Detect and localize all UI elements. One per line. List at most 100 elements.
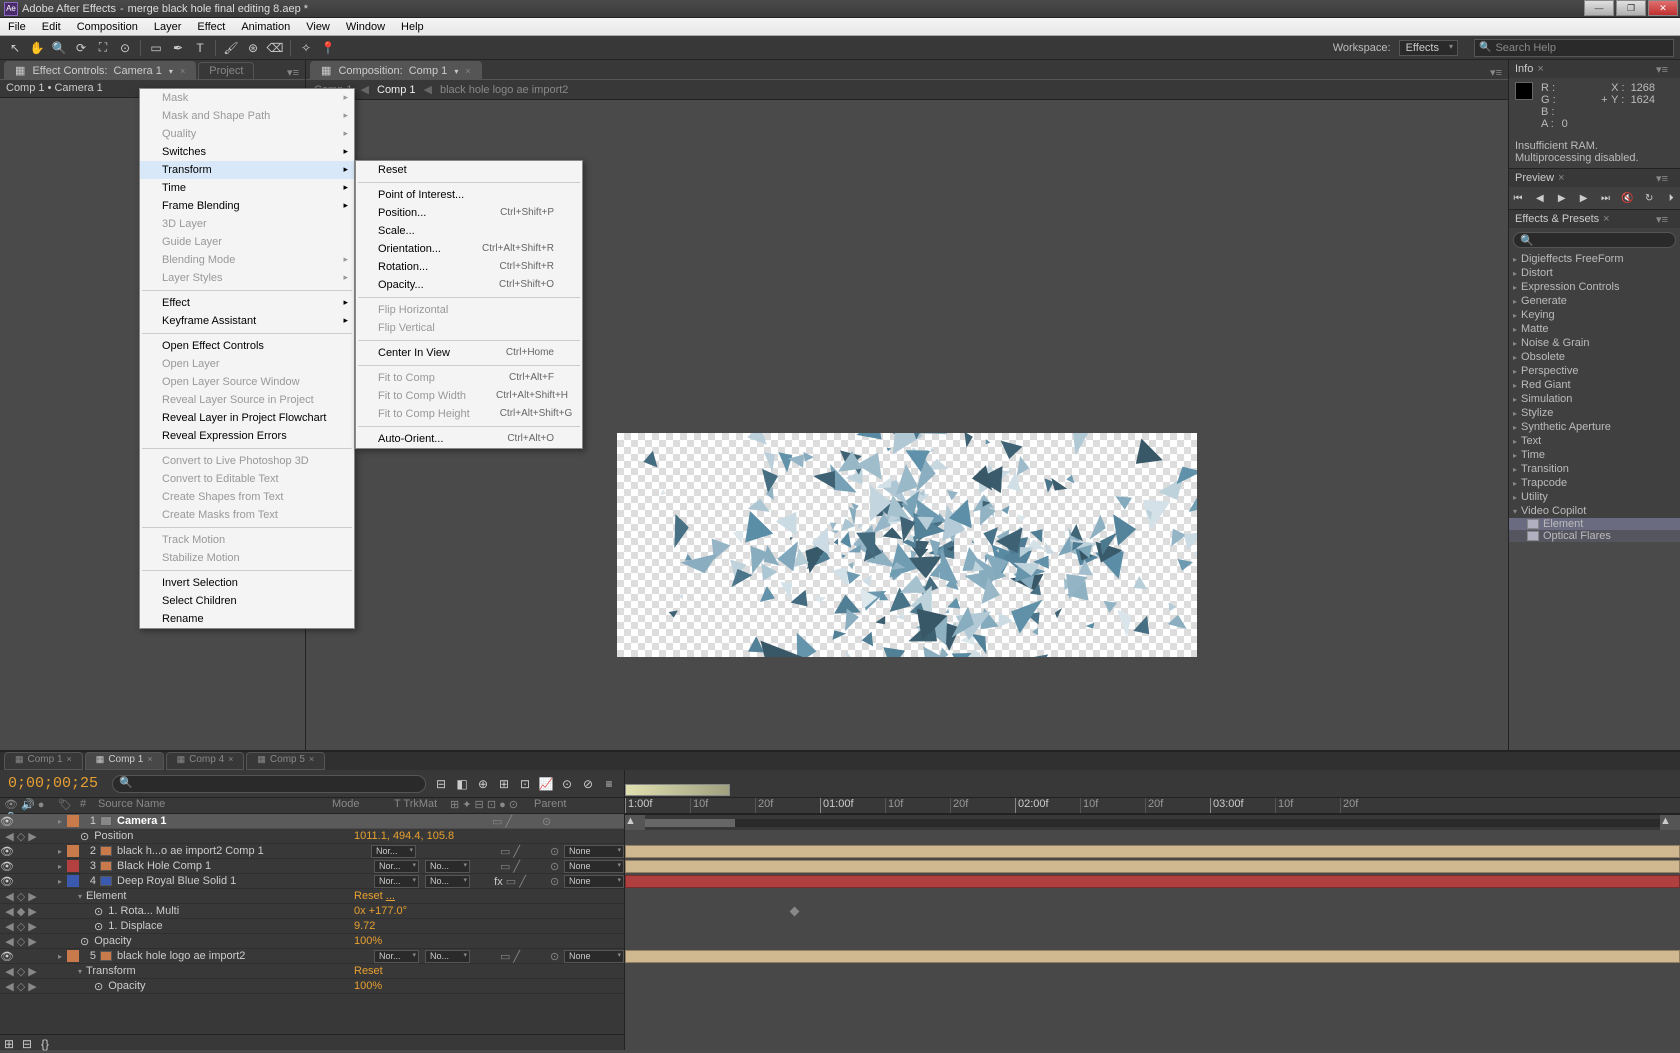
toggle-switches-icon[interactable]: ⊟	[18, 1035, 36, 1053]
window-close-button[interactable]: ✕	[1648, 0, 1678, 16]
effect-category[interactable]: Keying	[1509, 308, 1680, 322]
menu-item[interactable]: Reveal Expression Errors	[140, 427, 354, 445]
property-row[interactable]: ◀ ◇ ▶▾ElementReset ...	[0, 889, 624, 904]
menu-view[interactable]: View	[298, 18, 338, 35]
property-row[interactable]: ◀ ◇ ▶⊙Position1011.1, 494.4, 105.8	[0, 829, 624, 844]
layer-row[interactable]: 👁▸4Deep Royal Blue Solid 1Nor...No...fx …	[0, 874, 624, 889]
timeline-icon[interactable]: ⊞	[495, 775, 513, 793]
timeline-icon[interactable]: ⊡	[516, 775, 534, 793]
effect-category[interactable]: Perspective	[1509, 364, 1680, 378]
timeline-tab[interactable]: ▦Comp 4×	[166, 752, 245, 770]
timeline-timecode[interactable]: 0;00;00;25	[0, 771, 106, 796]
menu-item[interactable]: Scale...	[356, 222, 582, 240]
last-frame-icon[interactable]: ⏭	[1597, 191, 1615, 205]
timeline-tab[interactable]: ▦Comp 1×	[85, 752, 164, 770]
window-maximize-button[interactable]: ❐	[1616, 0, 1646, 16]
window-minimize-button[interactable]: —	[1584, 0, 1614, 16]
effect-category[interactable]: Utility	[1509, 490, 1680, 504]
timeline-tab[interactable]: ▦Comp 5×	[246, 752, 325, 770]
layer-row[interactable]: 👁▸5black hole logo ae import2Nor...No...…	[0, 949, 624, 964]
effects-preset-list[interactable]: Digieffects FreeFormDistortExpression Co…	[1509, 252, 1680, 542]
menu-item[interactable]: Reveal Layer in Project Flowchart	[140, 409, 354, 427]
text-tool-icon[interactable]: T	[191, 39, 209, 57]
menu-item[interactable]: Invert Selection	[140, 574, 354, 592]
menu-composition[interactable]: Composition	[69, 18, 146, 35]
effect-preset[interactable]: Optical Flares	[1509, 530, 1680, 542]
menu-help[interactable]: Help	[393, 18, 432, 35]
menu-item[interactable]: Select Children	[140, 592, 354, 610]
menu-item[interactable]: Effect	[140, 294, 354, 312]
menu-effect[interactable]: Effect	[189, 18, 233, 35]
effect-category[interactable]: Simulation	[1509, 392, 1680, 406]
effect-category[interactable]: Time	[1509, 448, 1680, 462]
menu-item[interactable]: Reset	[356, 161, 582, 179]
first-frame-icon[interactable]: ⏮	[1509, 191, 1527, 205]
timeline-icon[interactable]: ⊘	[579, 775, 597, 793]
property-row[interactable]: ◀ ◇ ▶⊙Opacity100%	[0, 934, 624, 949]
layer-row[interactable]: 👁▸2black h...o ae import2 Comp 1Nor... ▭…	[0, 844, 624, 859]
property-row[interactable]: ◀ ◇ ▶▾TransformReset	[0, 964, 624, 979]
panel-menu-icon[interactable]: ▾≡	[1656, 172, 1668, 185]
pan-behind-tool-icon[interactable]: ⊙	[116, 39, 134, 57]
effect-preset[interactable]: Element	[1509, 518, 1680, 530]
toggle-switches-icon[interactable]: {}	[36, 1035, 54, 1053]
menu-item[interactable]: Rename	[140, 610, 354, 628]
zoom-tool-icon[interactable]: 🔍	[50, 39, 68, 57]
next-frame-icon[interactable]: ▶	[1575, 191, 1593, 205]
timeline-icon[interactable]: ⊙	[558, 775, 576, 793]
clone-tool-icon[interactable]: ⊛	[244, 39, 262, 57]
rotate-tool-icon[interactable]: ⟳	[72, 39, 90, 57]
layer-context-menu[interactable]: MaskMask and Shape PathQualitySwitchesTr…	[139, 88, 355, 629]
property-row[interactable]: ◀ ◇ ▶⊙Opacity100%	[0, 979, 624, 994]
play-icon[interactable]: ▶	[1553, 191, 1571, 205]
panel-menu-icon[interactable]: ▾≡	[287, 66, 299, 79]
workspace-select[interactable]: Effects	[1399, 40, 1458, 56]
rect-tool-icon[interactable]: ▭	[147, 39, 165, 57]
menu-window[interactable]: Window	[338, 18, 393, 35]
effect-category[interactable]: Video Copilot	[1509, 504, 1680, 518]
timeline-icon[interactable]: ⊟	[432, 775, 450, 793]
zoom-out-icon[interactable]: ▲	[625, 815, 645, 830]
toggle-switches-icon[interactable]: ⊞	[0, 1035, 18, 1053]
menu-item[interactable]: Switches	[140, 143, 354, 161]
effect-category[interactable]: Generate	[1509, 294, 1680, 308]
menu-item[interactable]: Time	[140, 179, 354, 197]
property-row[interactable]: ◀ ◆ ▶⊙1. Rota... Multi0x +177.0°	[0, 904, 624, 919]
effect-category[interactable]: Expression Controls	[1509, 280, 1680, 294]
panel-menu-icon[interactable]: ▾≡	[1490, 66, 1502, 79]
menu-item[interactable]: Rotation...Ctrl+Shift+R	[356, 258, 582, 276]
menu-item[interactable]: Transform	[140, 161, 354, 179]
prev-frame-icon[interactable]: ◀	[1531, 191, 1549, 205]
brush-tool-icon[interactable]: 🖌	[222, 39, 240, 57]
menu-item[interactable]: Center In ViewCtrl+Home	[356, 344, 582, 362]
effect-category[interactable]: Distort	[1509, 266, 1680, 280]
work-area-bar[interactable]	[625, 784, 730, 796]
menu-item[interactable]: Position...Ctrl+Shift+P	[356, 204, 582, 222]
mute-icon[interactable]: 🔇	[1618, 191, 1636, 205]
eraser-tool-icon[interactable]: ⌫	[266, 39, 284, 57]
menu-item[interactable]: Opacity...Ctrl+Shift+O	[356, 276, 582, 294]
menu-animation[interactable]: Animation	[233, 18, 298, 35]
zoom-in-icon[interactable]: ▲	[1660, 815, 1680, 830]
effect-category[interactable]: Text	[1509, 434, 1680, 448]
menu-item[interactable]: Keyframe Assistant	[140, 312, 354, 330]
pen-tool-icon[interactable]: ✒	[169, 39, 187, 57]
effect-category[interactable]: Stylize	[1509, 406, 1680, 420]
menu-item[interactable]: Frame Blending	[140, 197, 354, 215]
hand-tool-icon[interactable]: ✋	[28, 39, 46, 57]
effect-controls-tab[interactable]: ▦ Effect Controls: Camera 1 ▾ ×	[4, 61, 196, 79]
timeline-icon[interactable]: ≡	[600, 775, 618, 793]
loop-icon[interactable]: ↻	[1640, 191, 1658, 205]
effect-category[interactable]: Trapcode	[1509, 476, 1680, 490]
menu-file[interactable]: File	[0, 18, 34, 35]
layer-row[interactable]: 👁▸3Black Hole Comp 1Nor...No... ▭ ╱ ⊙Non…	[0, 859, 624, 874]
composition-tab[interactable]: ▦ Composition: Comp 1 ▾ ×	[310, 61, 482, 79]
menu-item[interactable]: Auto-Orient...Ctrl+Alt+O	[356, 430, 582, 448]
panel-menu-icon[interactable]: ▾≡	[1656, 63, 1668, 76]
timeline-tab[interactable]: ▦Comp 1×	[4, 752, 83, 770]
ram-preview-icon[interactable]: ⏵	[1662, 191, 1680, 205]
menu-layer[interactable]: Layer	[146, 18, 190, 35]
puppet-tool-icon[interactable]: 📍	[319, 39, 337, 57]
search-help-input[interactable]: Search Help	[1474, 39, 1674, 57]
zoom-slider[interactable]	[645, 819, 1660, 827]
